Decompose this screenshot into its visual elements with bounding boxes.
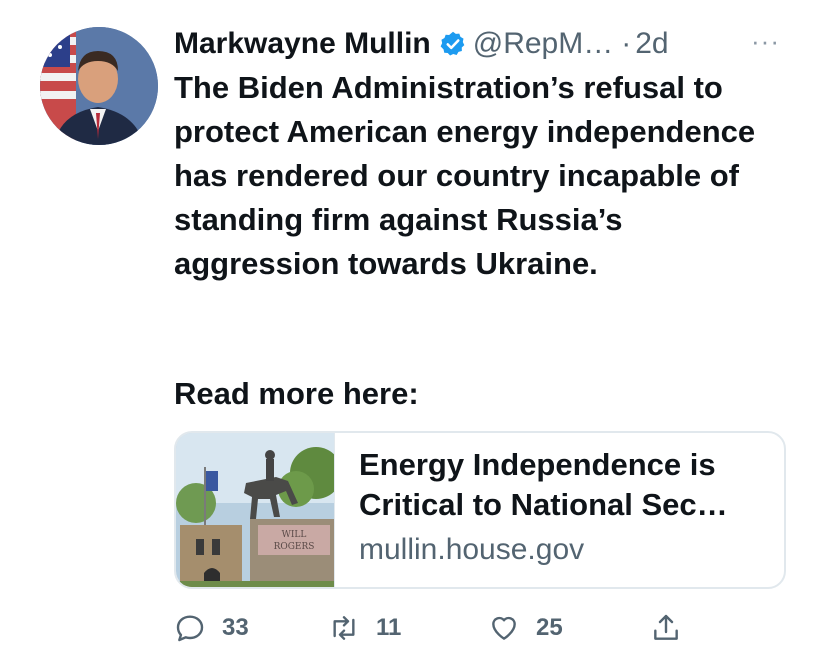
reply-count: 33	[222, 614, 249, 641]
share-icon	[654, 614, 678, 640]
link-card-text: Energy Independence is Critical to Natio…	[335, 433, 769, 587]
retweet-icon	[333, 616, 355, 640]
svg-text:WILL: WILL	[282, 530, 307, 540]
tweet-actions: 33 11 25	[174, 608, 694, 648]
svg-text:ROGERS: ROGERS	[274, 542, 315, 552]
like-count: 25	[536, 614, 563, 641]
link-domain[interactable]: mullin.house.gov	[359, 533, 769, 567]
tweet-age[interactable]: 2d	[635, 27, 668, 61]
link-preview-card[interactable]: WILL ROGERS Energy Independence is Criti…	[174, 431, 786, 589]
author-avatar[interactable]	[40, 27, 158, 145]
author-handle[interactable]: @RepM…	[473, 27, 613, 61]
read-more-text: Read more here:	[174, 376, 419, 411]
retweet-count: 11	[376, 614, 402, 641]
reply-icon	[176, 615, 204, 642]
retweet-button[interactable]: 11	[328, 608, 401, 648]
like-icon	[492, 616, 516, 640]
share-button[interactable]	[650, 608, 682, 648]
verified-badge-icon	[440, 31, 465, 56]
header-separator: ·	[621, 27, 632, 60]
reply-button[interactable]: 33	[174, 608, 249, 648]
like-button[interactable]: 25	[488, 608, 563, 648]
link-thumbnail: WILL ROGERS	[176, 433, 335, 587]
tweet-text: The Biden Administration’s refusal to pr…	[174, 70, 756, 281]
link-title[interactable]: Energy Independence is Critical to Natio…	[359, 445, 769, 525]
tweet-header: Markwayne Mullin @RepM… · 2d ···	[174, 22, 788, 66]
author-name[interactable]: Markwayne Mullin	[174, 27, 431, 61]
tweet[interactable]: Markwayne Mullin @RepM… · 2d ··· The Bid…	[0, 0, 828, 657]
more-options-icon[interactable]: ···	[751, 26, 780, 57]
